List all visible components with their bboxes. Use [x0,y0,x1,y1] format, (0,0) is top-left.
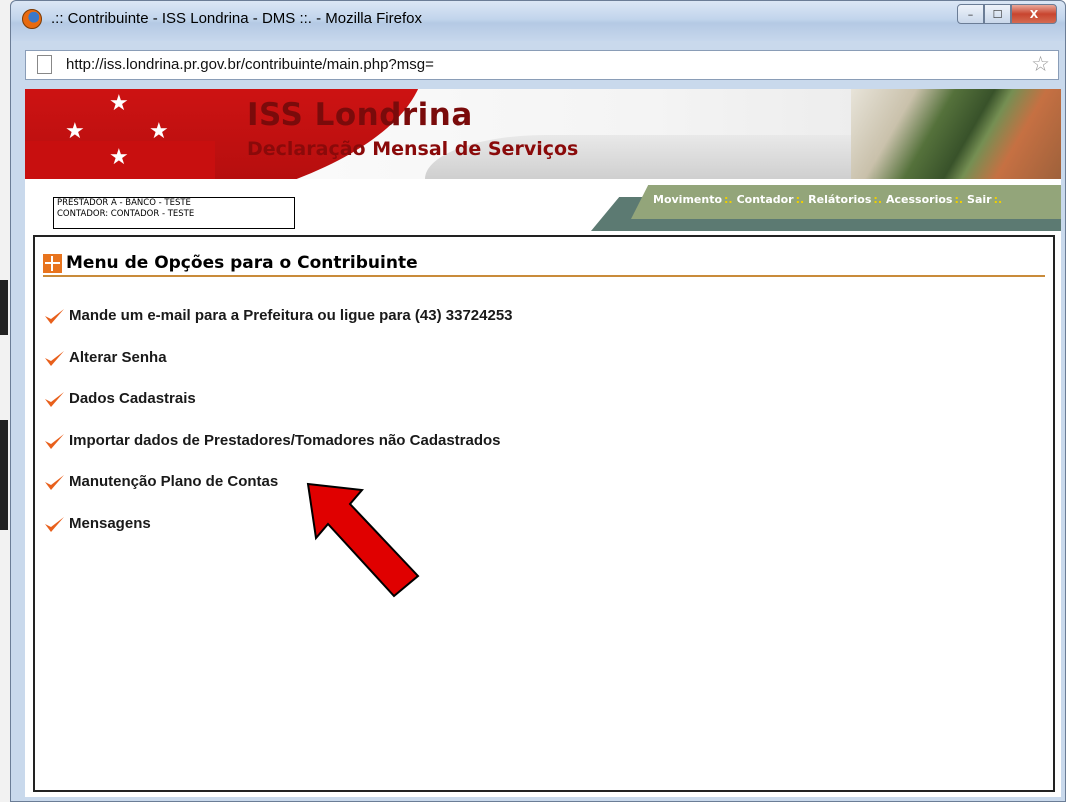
nav-items: Movimento:. Contador:. Relátorios:. Aces… [653,193,1006,206]
page-viewport: ★ ★ ★ ★ ISS Londrina Declaração Mensal d… [25,89,1061,797]
browser-window: .:: Contribuinte - ISS Londrina - DMS ::… [10,0,1066,802]
option-mensagens[interactable]: Mensagens [43,515,513,557]
prestador-label: PRESTADOR A - BANCO - TESTE [57,198,191,208]
option-alterar-senha[interactable]: Alterar Senha [43,349,513,391]
banner-subtitle: Declaração Mensal de Serviços [247,138,579,160]
option-label[interactable]: Mande um e-mail para a Prefeitura ou lig… [69,307,513,324]
annotation-arrow-icon [306,482,420,598]
url-text[interactable]: http://iss.londrina.pr.gov.br/contribuin… [66,56,434,73]
menu-title: Menu de Opções para o Contribuinte [66,253,418,273]
nav-separator: :. [795,193,805,206]
address-bar[interactable]: http://iss.londrina.pr.gov.br/contribuin… [25,50,1059,80]
star-icon: ★ [109,91,129,116]
star-icon: ★ [109,145,129,170]
nav-separator: :. [724,193,733,206]
option-label[interactable]: Alterar Senha [69,349,167,366]
nav-item-movimento[interactable]: Movimento [653,193,722,206]
banner-photo [851,89,1061,179]
option-dados-cadastrais[interactable]: Dados Cadastrais [43,390,513,432]
star-icon: ★ [65,119,85,144]
maximize-button[interactable]: ☐ [984,4,1011,24]
menu-header: Menu de Opções para o Contribuinte [43,249,418,277]
option-plano-de-contas[interactable]: Manutenção Plano de Contas [43,473,513,515]
minimize-button[interactable]: – [957,4,984,24]
checkmark-icon [45,350,64,366]
option-label[interactable]: Dados Cadastrais [69,390,196,407]
checkmark-icon [45,392,64,407]
window-controls: – ☐ X [957,4,1057,26]
nav-item-acessorios[interactable]: Acessorios [886,193,952,206]
desktop-edge-mark [0,420,8,530]
contador-label: CONTADOR: CONTADOR - TESTE [57,209,195,219]
nav-item-relatorios[interactable]: Relátorios [808,193,871,206]
checkmark-icon [45,309,64,324]
star-icon: ★ [149,119,169,144]
nav-item-sair[interactable]: Sair [967,193,992,206]
content-panel: Menu de Opções para o Contribuinte Mande… [33,235,1055,792]
nav-separator: :. [993,193,1003,206]
checkmark-icon [45,516,64,532]
option-label[interactable]: Importar dados de Prestadores/Tomadores … [69,432,501,449]
header-banner: ★ ★ ★ ★ ISS Londrina Declaração Mensal d… [25,89,1061,179]
user-info-box: PRESTADOR A - BANCO - TESTE CONTADOR: CO… [53,197,295,229]
page-icon [37,55,52,74]
nav-item-contador[interactable]: Contador [737,193,794,206]
desktop-edge-mark [0,280,8,335]
menu-grid-icon [43,253,62,273]
menu-divider [43,275,1045,277]
bookmark-star-icon[interactable]: ☆ [1031,52,1050,76]
options-list: Mande um e-mail para a Prefeitura ou lig… [43,307,513,556]
checkmark-icon [45,433,64,449]
title-bar[interactable]: .:: Contribuinte - ISS Londrina - DMS ::… [11,1,1065,41]
option-importar-dados[interactable]: Importar dados de Prestadores/Tomadores … [43,432,513,474]
nav-separator: :. [873,193,882,206]
nav-separator: :. [954,193,964,206]
close-button[interactable]: X [1011,4,1057,24]
option-label[interactable]: Manutenção Plano de Contas [69,473,278,490]
window-title: .:: Contribuinte - ISS Londrina - DMS ::… [51,10,422,27]
firefox-icon [22,9,42,29]
option-email-prefeitura[interactable]: Mande um e-mail para a Prefeitura ou lig… [43,307,513,349]
top-nav: Movimento:. Contador:. Relátorios:. Aces… [591,185,1061,231]
banner-title: ISS Londrina [247,97,473,133]
option-label[interactable]: Mensagens [69,515,151,532]
checkmark-icon [45,475,64,490]
